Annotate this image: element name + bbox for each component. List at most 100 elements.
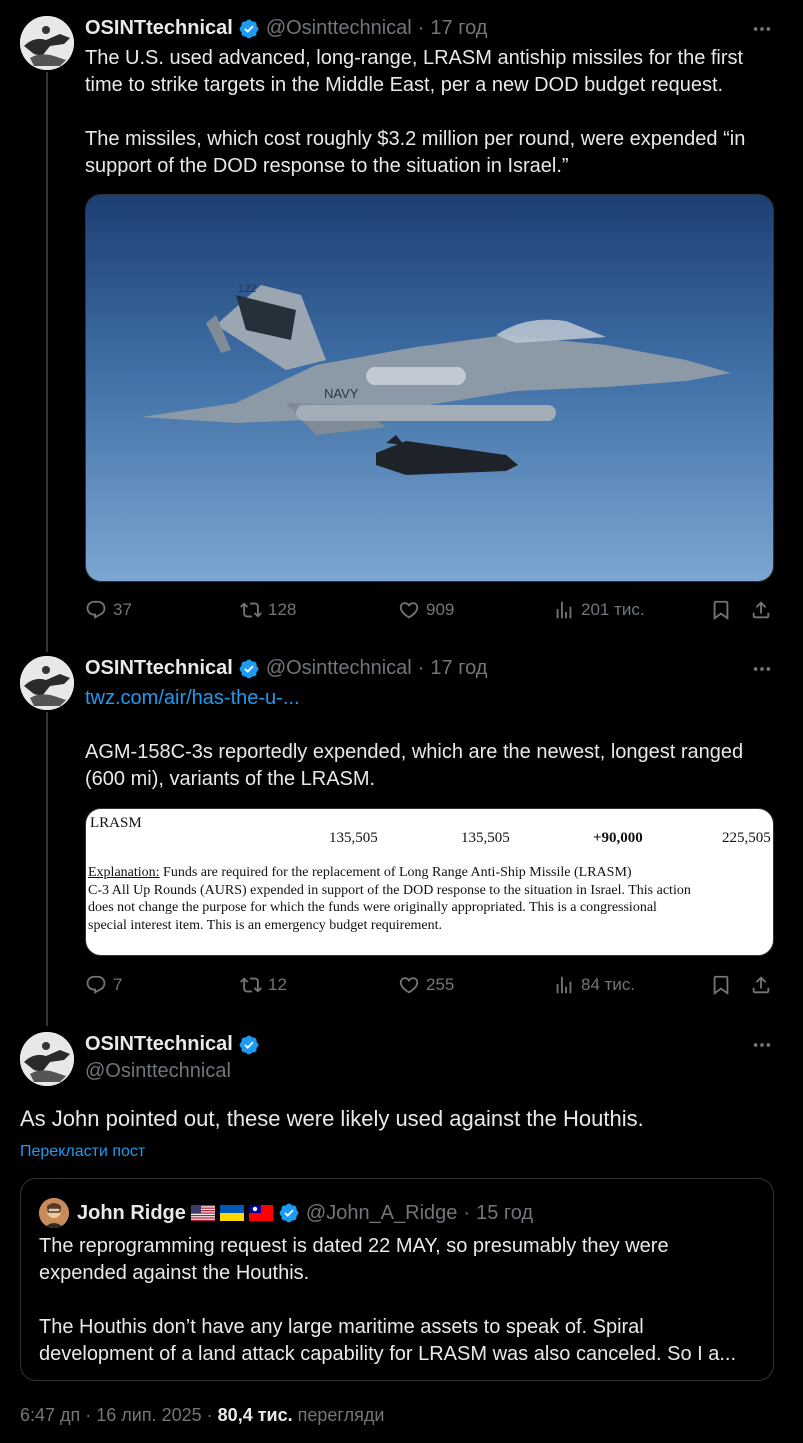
tweet-meta-footer: 6:47 дп · 16 лип. 2025 · 80,4 тис. перег… xyxy=(20,1405,384,1426)
verified-badge-icon xyxy=(239,1035,259,1054)
reply-count: 37 xyxy=(113,600,132,619)
quoted-tweet-header: John Ridge @John_A_Ridge · 15 год xyxy=(39,1198,533,1228)
jet-label-navy: NAVY xyxy=(324,386,359,401)
author-name[interactable]: OSINTtechnical xyxy=(85,17,233,40)
tweet-paragraph: AGM-158C-3s reportedly expended, which a… xyxy=(85,741,744,790)
avatar[interactable] xyxy=(20,656,74,710)
tweet-actions-bar: 37 128 909 201 тис. xyxy=(85,599,775,623)
tweet-header: OSINTtechnical @Osinttechnical · 17 год xyxy=(85,17,487,40)
quoted-tweet-card[interactable]: John Ridge @John_A_Ridge · 15 год The re… xyxy=(20,1178,774,1381)
repost-button[interactable]: 128 xyxy=(240,599,296,621)
views-count: 84 тис. xyxy=(581,975,636,994)
verified-badge-icon xyxy=(239,659,259,678)
like-icon xyxy=(399,977,419,994)
quoted-avatar-image xyxy=(39,1198,69,1228)
post-datetime[interactable]: 6:47 дп · 16 лип. 2025 xyxy=(20,1405,202,1425)
tweet-header: OSINTtechnical @Osinttechnical · 17 год xyxy=(85,657,487,680)
bookmark-icon[interactable] xyxy=(710,599,732,621)
bookmark-icon[interactable] xyxy=(710,974,732,996)
author-name[interactable]: OSINTtechnical xyxy=(85,657,233,680)
views-button[interactable]: 84 тис. xyxy=(553,974,635,996)
jet-label-tail: 122 xyxy=(238,283,256,295)
repost-icon xyxy=(240,977,262,993)
tweet-timestamp[interactable]: 17 год xyxy=(430,657,487,680)
views-total: 80,4 тис. xyxy=(217,1405,293,1425)
quoted-author-handle[interactable]: @John_A_Ridge xyxy=(306,1202,458,1225)
views-label: перегляди xyxy=(297,1405,385,1425)
us-flag-icon xyxy=(190,1205,215,1221)
doc-line: C-3 All Up Rounds (AURS) expended in sup… xyxy=(88,882,691,898)
author-name[interactable]: OSINTtechnical xyxy=(85,1033,233,1056)
doc-line: special interest item. This is an emerge… xyxy=(88,917,443,933)
avatar-image xyxy=(20,1032,74,1086)
doc-value: 135,505 xyxy=(329,830,378,846)
quoted-author-name[interactable]: John Ridge xyxy=(77,1202,186,1225)
share-icon[interactable] xyxy=(750,974,772,996)
reply-icon xyxy=(86,600,106,619)
doc-value: +90,000 xyxy=(593,830,643,846)
views-button[interactable]: 201 тис. xyxy=(553,599,645,621)
avatar[interactable] xyxy=(20,1032,74,1086)
repost-icon xyxy=(240,602,262,618)
quoted-timestamp: 15 год xyxy=(476,1201,534,1224)
ukraine-flag-icon xyxy=(219,1205,244,1221)
tweet-text: The U.S. used advanced, long-range, LRAS… xyxy=(85,45,775,180)
doc-line: Funds are required for the replacement o… xyxy=(159,865,632,880)
article-link[interactable]: twz.com/air/has-the-u-... xyxy=(85,687,300,709)
views-icon xyxy=(556,601,572,619)
quoted-tweet-text: The reprogramming request is dated 22 MA… xyxy=(39,1233,759,1368)
quoted-paragraph: The Houthis don’t have any large maritim… xyxy=(39,1316,737,1365)
repost-count: 128 xyxy=(268,600,297,619)
more-options-icon[interactable] xyxy=(751,658,773,680)
tweet-handle-row: @Osinttechnical xyxy=(85,1060,231,1083)
reply-button[interactable]: 7 xyxy=(85,974,122,996)
tweet-actions-bar: 7 12 255 84 тис. xyxy=(85,974,775,998)
author-handle[interactable]: @Osinttechnical xyxy=(85,1060,231,1083)
tweet-paragraph: The missiles, which cost roughly $3.2 mi… xyxy=(85,128,746,177)
doc-value: 135,505 xyxy=(461,830,510,846)
like-count: 255 xyxy=(426,975,455,994)
verified-badge-icon xyxy=(279,1203,299,1223)
share-icon[interactable] xyxy=(750,599,772,621)
like-icon xyxy=(399,602,419,619)
reply-icon xyxy=(86,975,106,994)
views-count: 201 тис. xyxy=(581,600,645,619)
translate-post-link[interactable]: Перекласти пост xyxy=(20,1143,145,1161)
thread-connector-line xyxy=(46,72,48,652)
avatar-image xyxy=(20,656,74,710)
separator-dot: · xyxy=(206,1405,218,1425)
like-count: 909 xyxy=(426,600,455,619)
taiwan-flag-icon xyxy=(248,1205,273,1221)
budget-document-image[interactable]: LRASM 135,505 135,505 +90,000 225,505 Ex… xyxy=(85,808,774,956)
author-handle[interactable]: @Osinttechnical xyxy=(266,17,412,40)
like-button[interactable]: 909 xyxy=(398,599,454,621)
views-icon xyxy=(556,976,572,994)
tweet-media-image[interactable]: NAVY 122 xyxy=(85,194,774,582)
tweet-paragraph: The U.S. used advanced, long-range, LRAS… xyxy=(85,47,744,96)
repost-button[interactable]: 12 xyxy=(240,974,287,996)
tweet-timestamp[interactable]: 17 год xyxy=(430,17,487,40)
separator-dot: · xyxy=(417,17,425,39)
author-handle[interactable]: @Osinttechnical xyxy=(266,657,412,680)
doc-explanation-label: Explanation: xyxy=(88,865,160,880)
doc-title: LRASM xyxy=(90,815,142,831)
separator-dot: · xyxy=(417,657,425,679)
tweet-header: OSINTtechnical xyxy=(85,1033,266,1056)
jet-photo: NAVY 122 xyxy=(86,195,773,581)
avatar-image xyxy=(20,16,74,70)
doc-explanation: Explanation: Funds are required for the … xyxy=(88,864,773,934)
quoted-avatar[interactable] xyxy=(39,1198,69,1228)
tweet-text: As John pointed out, these were likely u… xyxy=(20,1106,644,1131)
quoted-paragraph: The reprogramming request is dated 22 MA… xyxy=(39,1235,669,1284)
more-options-icon[interactable] xyxy=(751,1034,773,1056)
tweet-text: twz.com/air/has-the-u-... AGM-158C-3s re… xyxy=(85,685,775,793)
separator-dot: · xyxy=(463,1201,471,1224)
verified-badge-icon xyxy=(239,19,259,38)
doc-line: does not change the purpose for which th… xyxy=(88,900,657,915)
reply-button[interactable]: 37 xyxy=(85,599,132,621)
more-options-icon[interactable] xyxy=(751,18,773,40)
like-button[interactable]: 255 xyxy=(398,974,454,996)
thread-connector-line xyxy=(46,712,48,1026)
repost-count: 12 xyxy=(268,975,287,994)
avatar[interactable] xyxy=(20,16,74,70)
